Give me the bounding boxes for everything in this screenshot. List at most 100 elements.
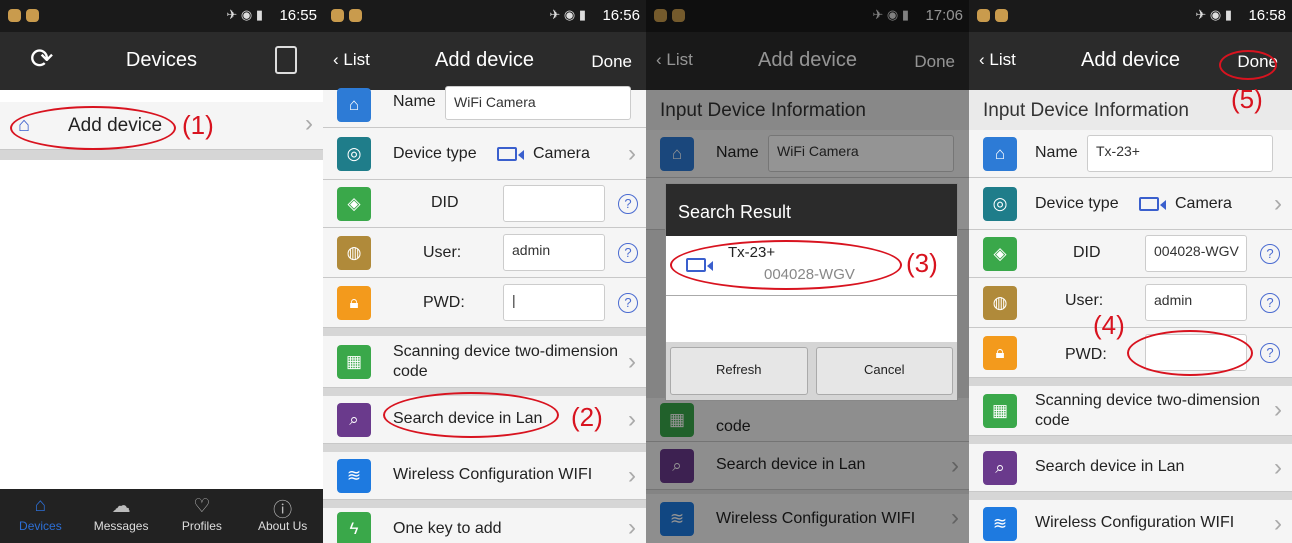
search-result-dialog: Search Result Tx-23+ 004028-WGV (3) Refr… (665, 183, 958, 401)
refresh-button[interactable]: Refresh (670, 347, 808, 395)
camera-settings-icon: ◎ (337, 137, 371, 171)
device-type-label: Device type (1035, 195, 1119, 212)
help-icon[interactable]: ? (618, 293, 638, 313)
annotation-3: (3) (906, 248, 938, 278)
pwd-label: PWD: (1065, 346, 1107, 363)
heart-icon: ♡ (193, 496, 211, 517)
lightning-icon: ϟ (337, 512, 371, 543)
name-input[interactable]: Tx-23+ (1087, 135, 1273, 172)
chevron-right-icon: › (1274, 454, 1282, 481)
scan-label: Scanning device two-dimension code (393, 343, 619, 380)
help-icon[interactable]: ? (618, 243, 638, 263)
camera-icon (497, 147, 524, 161)
status-time: 16:55 (279, 7, 317, 24)
chevron-right-icon: › (1274, 510, 1282, 537)
annotation-ellipse (1127, 330, 1253, 376)
status-time: 16:58 (1248, 7, 1286, 24)
wifi-config-row[interactable]: ≋ Wireless Configuration WIFI › (323, 452, 646, 500)
device-type-row[interactable]: ◎ Device type Camera › (969, 178, 1292, 230)
chevron-right-icon: › (628, 462, 636, 489)
title-bar: ⟳ Devices (0, 32, 323, 90)
help-icon[interactable]: ? (1260, 293, 1280, 313)
bottom-tab-bar: ⌂ Devices ☁ Messages ♡ Profiles ⓘ About Us (0, 489, 323, 543)
cloud-icon: ☁ (111, 496, 131, 517)
tab-about-us[interactable]: ⓘ About Us (242, 489, 323, 543)
annotation-ellipse (10, 106, 176, 150)
search-icon: ⌕ (337, 403, 371, 437)
chevron-right-icon: › (628, 406, 636, 433)
chevron-right-icon: › (628, 514, 636, 541)
screen-search-result: ✈ ◉ ▮ 17:06 ‹ List Add device Done Input… (646, 0, 969, 543)
status-bar: ✈ ◉ ▮ 16:56 (323, 0, 646, 32)
user-input[interactable]: admin (1145, 284, 1247, 321)
user-input[interactable]: admin (503, 234, 605, 271)
qr-code-icon: ▦ (337, 345, 371, 379)
pwd-input[interactable]: | (503, 284, 605, 321)
annotation-ellipse (383, 392, 559, 438)
status-bar: ✈ ◉ ▮ 16:55 (0, 0, 323, 32)
user-label: User: (1065, 292, 1104, 309)
did-label: DID (431, 194, 459, 211)
annotation-1: (1) (182, 110, 214, 140)
annotation-4: (4) (1093, 310, 1125, 340)
wifi-icon: ≋ (337, 459, 371, 493)
chevron-right-icon: › (305, 110, 313, 137)
device-type-row[interactable]: ◎ Device type Camera › (323, 128, 646, 180)
tab-profiles[interactable]: ♡ Profiles (162, 489, 243, 543)
search-lan-row[interactable]: ⌕ Search device in Lan › (969, 444, 1292, 492)
screen-add-device: ✈ ◉ ▮ 16:56 ‹ List Add device Done ⌂ Nam… (323, 0, 646, 543)
annotation-5: (5) (1231, 84, 1263, 114)
wifi-config-row[interactable]: ≋ Wireless Configuration WIFI › (969, 500, 1292, 543)
user-row: ◍ User: admin ? (969, 278, 1292, 328)
chevron-right-icon: › (628, 140, 636, 167)
signal-icons: ✈ ◉ ▮ (1195, 7, 1232, 22)
did-row: ◈ DID ? (323, 180, 646, 228)
layers-icon: ◈ (337, 187, 371, 221)
name-label: Name (1035, 144, 1078, 161)
done-button[interactable]: Done (591, 52, 632, 72)
qr-code-icon: ▦ (983, 394, 1017, 428)
status-bar: ✈ ◉ ▮ 16:58 (969, 0, 1292, 32)
name-row: ⌂ Name Tx-23+ (969, 130, 1292, 178)
tab-devices[interactable]: ⌂ Devices (0, 489, 81, 543)
user-icon: ◍ (337, 236, 371, 270)
wifi-label: Wireless Configuration WIFI (1035, 514, 1235, 531)
signal-icons: ✈ ◉ ▮ (549, 7, 586, 22)
name-row: ⌂ Name WiFi Camera (323, 86, 646, 128)
screen-devices: ✈ ◉ ▮ 16:55 ⟳ Devices ⌂ Add device (1) ›… (0, 0, 323, 543)
wifi-label: Wireless Configuration WIFI (393, 466, 593, 483)
lock-icon: 🔒︎ (337, 286, 371, 320)
house-icon: ⌂ (337, 88, 371, 122)
help-icon[interactable]: ? (618, 194, 638, 214)
name-input[interactable]: WiFi Camera (445, 86, 631, 120)
device-type-label: Device type (393, 145, 477, 162)
help-icon[interactable]: ? (1260, 343, 1280, 363)
cancel-button[interactable]: Cancel (815, 347, 953, 395)
one-key-row[interactable]: ϟ One key to add › (323, 508, 646, 543)
signal-icons: ✈ ◉ ▮ (226, 7, 263, 22)
annotation-2: (2) (571, 402, 603, 432)
did-label: DID (1073, 244, 1101, 261)
help-icon[interactable]: ? (1260, 244, 1280, 264)
camera-settings-icon: ◎ (983, 187, 1017, 221)
tab-messages[interactable]: ☁ Messages (81, 489, 162, 543)
camera-icon (1139, 197, 1166, 211)
annotation-ellipse (670, 240, 902, 290)
did-input[interactable] (503, 185, 605, 222)
list-edit-icon[interactable] (275, 46, 297, 74)
search-icon: ⌕ (983, 451, 1017, 485)
wifi-icon: ≋ (983, 507, 1017, 541)
did-input[interactable]: 004028-WGV (1145, 235, 1247, 272)
user-row: ◍ User: admin ? (323, 228, 646, 278)
house-icon: ⌂ (983, 137, 1017, 171)
search-label: Search device in Lan (1035, 458, 1185, 475)
one-key-label: One key to add (393, 520, 502, 537)
chevron-right-icon: › (628, 348, 636, 375)
camera-value: Camera (1175, 195, 1232, 212)
scan-label: Scanning device two-dimension code (1035, 392, 1261, 429)
dialog-title: Search Result (666, 184, 957, 236)
camera-value: Camera (533, 145, 590, 162)
scan-qr-row[interactable]: ▦ Scanning device two-dimension code › (323, 336, 646, 388)
title-bar: ‹ List Add device Done (323, 32, 646, 90)
scan-qr-row[interactable]: ▦ Scanning device two-dimension code › (969, 386, 1292, 436)
